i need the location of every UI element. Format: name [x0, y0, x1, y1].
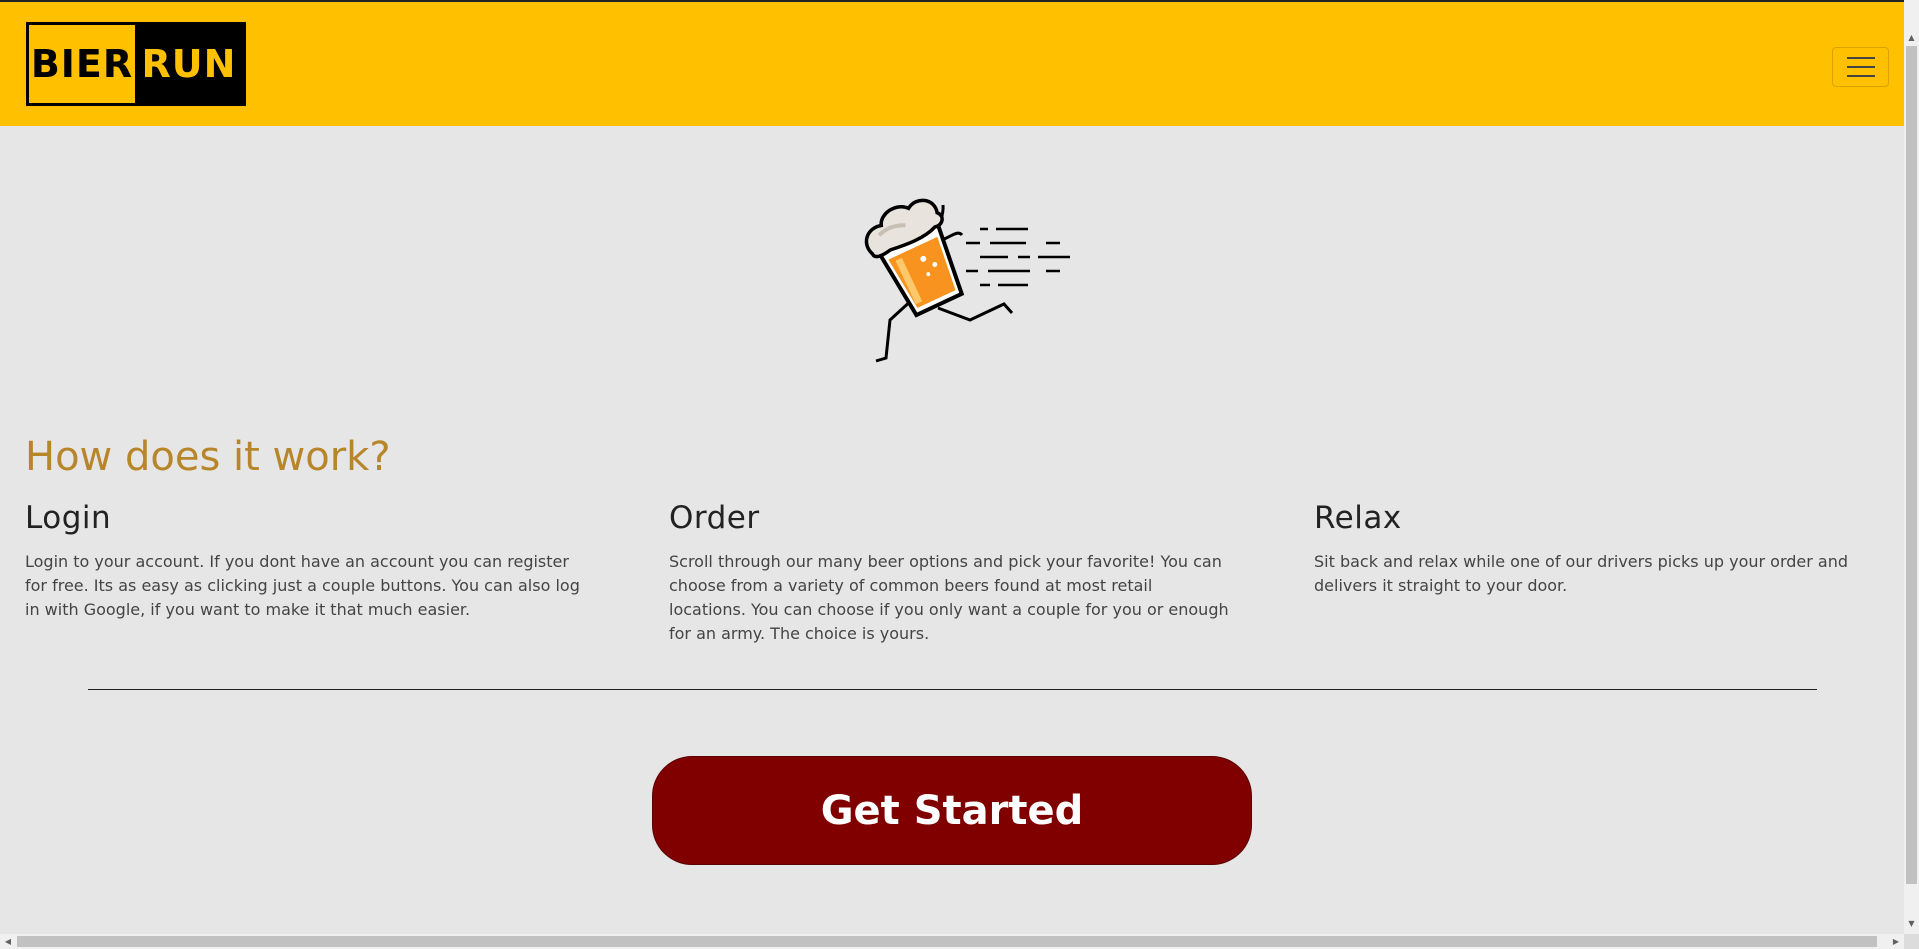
step-heading: Login	[25, 500, 112, 536]
scrollbar-corner	[1904, 934, 1919, 949]
scroll-right-arrow-icon[interactable]: ▶	[1888, 934, 1904, 949]
step-description: Login to your account. If you dont have …	[25, 552, 580, 619]
step-relax: Relax Sit back and relax while one of ou…	[1314, 500, 1874, 598]
hamburger-menu-icon[interactable]	[1832, 47, 1889, 87]
step-heading: Order	[669, 500, 760, 536]
section-title: How does it work?	[25, 434, 391, 480]
get-started-button[interactable]: Get Started	[652, 756, 1252, 865]
horizontal-scrollbar[interactable]: ◀ ▶	[0, 934, 1904, 949]
logo-text-bier: BIER	[30, 42, 134, 86]
step-order: Order Scroll through our many beer optio…	[669, 500, 1229, 646]
divider	[88, 689, 1817, 690]
scroll-up-arrow-icon[interactable]: ▲	[1904, 30, 1919, 46]
step-description: Scroll through our many beer options and…	[669, 552, 1229, 643]
vertical-scrollbar[interactable]: ▲ ▼	[1904, 0, 1919, 934]
running-beer-mug-illustration	[864, 198, 1070, 363]
scroll-down-arrow-icon[interactable]: ▼	[1904, 916, 1919, 932]
vertical-scroll-thumb[interactable]	[1906, 46, 1917, 884]
step-heading: Relax	[1314, 500, 1402, 536]
navbar: BIER RUN	[0, 2, 1904, 126]
brand-logo[interactable]: BIER RUN	[26, 22, 246, 106]
step-description: Sit back and relax while one of our driv…	[1314, 552, 1849, 595]
step-login: Login Login to your account. If you dont…	[25, 500, 585, 622]
logo-text-run: RUN	[141, 42, 237, 86]
horizontal-scroll-thumb[interactable]	[17, 936, 1877, 947]
scroll-left-arrow-icon[interactable]: ◀	[0, 934, 16, 949]
